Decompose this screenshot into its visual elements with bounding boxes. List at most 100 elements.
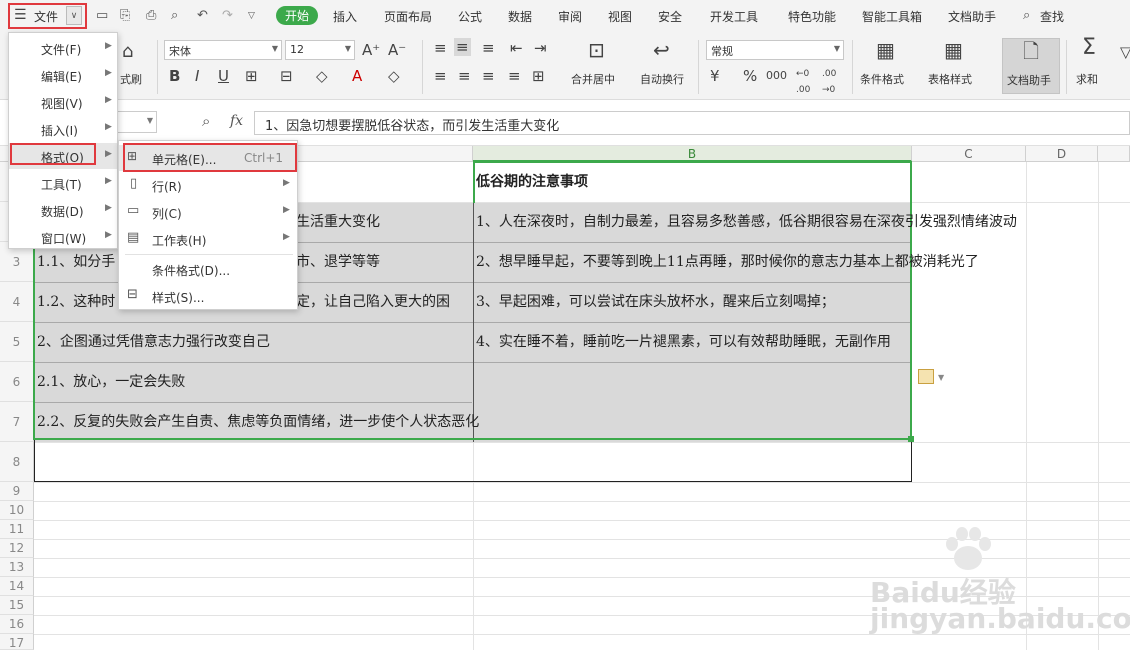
justify-icon[interactable]: ≡ (508, 68, 521, 84)
tab-insert[interactable]: 插入 (333, 8, 357, 25)
customize-dropdown-icon[interactable]: ▽ (248, 9, 255, 23)
column-header-b[interactable]: B (473, 146, 912, 162)
row-header-11[interactable]: 11 (0, 520, 34, 539)
export-icon[interactable]: ⎘ (120, 9, 130, 23)
tab-view[interactable]: 视图 (608, 8, 632, 25)
align-bottom-icon[interactable]: ≡ (482, 40, 495, 56)
paste-options-icon[interactable] (918, 369, 934, 384)
tab-developer[interactable]: 开发工具 (710, 8, 758, 25)
increase-decimal-icon[interactable]: ←0.00 (796, 66, 810, 98)
cell-a4[interactable]: 1.2、这种时 (37, 293, 115, 311)
tab-page-layout[interactable]: 页面布局 (384, 8, 432, 25)
row-header-14[interactable]: 14 (0, 577, 34, 596)
decrease-font-icon[interactable]: A⁻ (388, 42, 406, 58)
tab-security[interactable]: 安全 (658, 8, 682, 25)
increase-indent-icon[interactable]: ⇥ (534, 40, 547, 56)
row-header-4[interactable]: 4 (0, 282, 34, 322)
conditional-format-icon[interactable]: ▦ (876, 40, 895, 60)
wrap-text-label[interactable]: 自动换行 (640, 71, 684, 87)
column-header-c[interactable]: C (912, 146, 1026, 162)
decrease-decimal-icon[interactable]: .00 →0 (822, 66, 836, 98)
submenu-item-row[interactable]: ▯ 行(R) ▶ (119, 172, 297, 198)
submenu-item-worksheet[interactable]: ▤ 工作表(H) ▶ (119, 226, 297, 252)
tab-smart-toolbox[interactable]: 智能工具箱 (862, 8, 922, 25)
search-icon[interactable]: ⌕ (1023, 9, 1030, 23)
table-style-icon[interactable]: ▦ (944, 40, 963, 60)
cell-a7[interactable]: 2.2、反复的失败会产生自责、焦虑等负面情绪，进一步使个人状态恶化 (37, 413, 479, 431)
decrease-indent-icon[interactable]: ⇤ (510, 40, 523, 56)
doc-helper-button[interactable]: 🗋 文档助手 (1002, 38, 1060, 94)
underline-icon[interactable]: U (218, 68, 229, 84)
thousands-icon[interactable]: 000 (766, 68, 787, 84)
redo-icon[interactable]: ↷ (222, 9, 233, 23)
submenu-item-column[interactable]: ▭ 列(C) ▶ (119, 199, 297, 225)
row-header-5[interactable]: 5 (0, 322, 34, 362)
border-icon[interactable]: ⊞ (245, 68, 258, 84)
column-header-d[interactable]: D (1026, 146, 1098, 162)
chevron-down-icon[interactable]: ▼ (938, 373, 944, 382)
number-format-select[interactable]: 常规 ▼ (706, 40, 844, 60)
menu-item-view[interactable]: 视图(V) ▶ (9, 89, 117, 115)
fill-color-icon[interactable]: ◇ (316, 68, 328, 84)
row-header-7[interactable]: 7 (0, 402, 34, 442)
row-header-8[interactable]: 8 (0, 442, 34, 482)
formula-input[interactable]: 1、因急切想要摆脱低谷状态，而引发生活重大变化 (254, 111, 1130, 135)
save-icon[interactable]: ▭ (96, 9, 108, 23)
row-header-15[interactable]: 15 (0, 596, 34, 615)
row-header-6[interactable]: 6 (0, 362, 34, 402)
clear-icon[interactable]: ◇ (388, 68, 400, 84)
format-painter-icon[interactable]: ⌂ (122, 43, 133, 61)
tab-start[interactable]: 开始 (276, 6, 319, 25)
distribute-icon[interactable]: ⊞ (532, 68, 545, 84)
cell-a5[interactable]: 2、企图通过凭借意志力强行改变自己 (37, 333, 270, 351)
tab-review[interactable]: 审阅 (558, 8, 582, 25)
fill-handle[interactable] (908, 436, 914, 442)
tab-formula[interactable]: 公式 (458, 8, 482, 25)
print-preview-icon[interactable]: ⌕ (171, 9, 178, 23)
menu-item-window[interactable]: 窗口(W) ▶ (9, 224, 117, 250)
italic-icon[interactable]: I (195, 68, 199, 84)
align-top-icon[interactable]: ≡ (434, 40, 447, 56)
merge-center-icon[interactable]: ⊡ (588, 40, 605, 60)
menu-item-file[interactable]: 文件(F) ▶ (9, 35, 117, 61)
menu-item-data[interactable]: 数据(D) ▶ (9, 197, 117, 223)
font-size-select[interactable]: 12 ▼ (285, 40, 355, 60)
sum-icon[interactable]: Σ (1082, 37, 1096, 59)
cell-style-icon[interactable]: ⊟ (280, 68, 293, 84)
increase-font-icon[interactable]: A⁺ (362, 42, 380, 58)
align-left-icon[interactable]: ≡ (434, 68, 447, 84)
column-header-e[interactable] (1098, 146, 1130, 162)
row-header-13[interactable]: 13 (0, 558, 34, 577)
align-right-icon[interactable]: ≡ (482, 68, 495, 84)
cell-a2[interactable]: 生活重大变化 (296, 213, 380, 231)
submenu-item-conditional-format[interactable]: 条件格式(D)... (119, 256, 297, 282)
wrap-text-icon[interactable]: ↩ (653, 40, 670, 60)
print-icon[interactable]: ⎙ (146, 9, 156, 23)
cell-a3[interactable]: 1.1、如分手 (37, 253, 115, 271)
row-header-12[interactable]: 12 (0, 539, 34, 558)
fx-icon[interactable]: fx (230, 113, 243, 129)
cell-a6[interactable]: 2.1、放心，一定会失败 (37, 373, 185, 391)
tab-data[interactable]: 数据 (508, 8, 532, 25)
zoom-formula-icon[interactable]: ⌕ (202, 112, 210, 130)
table-style-label[interactable]: 表格样式 (928, 71, 972, 87)
menu-item-insert[interactable]: 插入(I) ▶ (9, 116, 117, 142)
merge-center-label[interactable]: 合并居中 (571, 71, 615, 87)
tab-doc-helper[interactable]: 文档助手 (948, 8, 996, 25)
currency-icon[interactable]: ¥ (710, 68, 720, 84)
submenu-item-style[interactable]: ⊟ 样式(S)... (119, 283, 297, 309)
cell-b4[interactable]: 3、早起困难，可以尝试在床头放杯水，醒来后立刻喝掉； (476, 293, 835, 311)
undo-icon[interactable]: ↶ (197, 9, 208, 23)
cell-b2[interactable]: 1、人在深夜时，自制力最差，且容易多愁善感，低谷期很容易在深夜引发强烈情绪波动 (476, 213, 1017, 231)
font-name-select[interactable]: 宋体 ▼ (164, 40, 282, 60)
search-label[interactable]: 查找 (1040, 8, 1064, 25)
menu-item-tools[interactable]: 工具(T) ▶ (9, 170, 117, 196)
percent-icon[interactable]: % (743, 68, 757, 84)
name-box[interactable]: ▼ (115, 111, 157, 133)
cell-b3[interactable]: 2、想早睡早起，不要等到晚上11点再睡，那时候你的意志力基本上都被消耗光了 (476, 253, 979, 271)
row-header-10[interactable]: 10 (0, 501, 34, 520)
conditional-format-label[interactable]: 条件格式 (860, 71, 904, 87)
tab-features[interactable]: 特色功能 (788, 8, 836, 25)
format-painter-label[interactable]: 式刷 (120, 71, 142, 87)
cell-b1[interactable]: 低谷期的注意事项 (476, 173, 588, 191)
